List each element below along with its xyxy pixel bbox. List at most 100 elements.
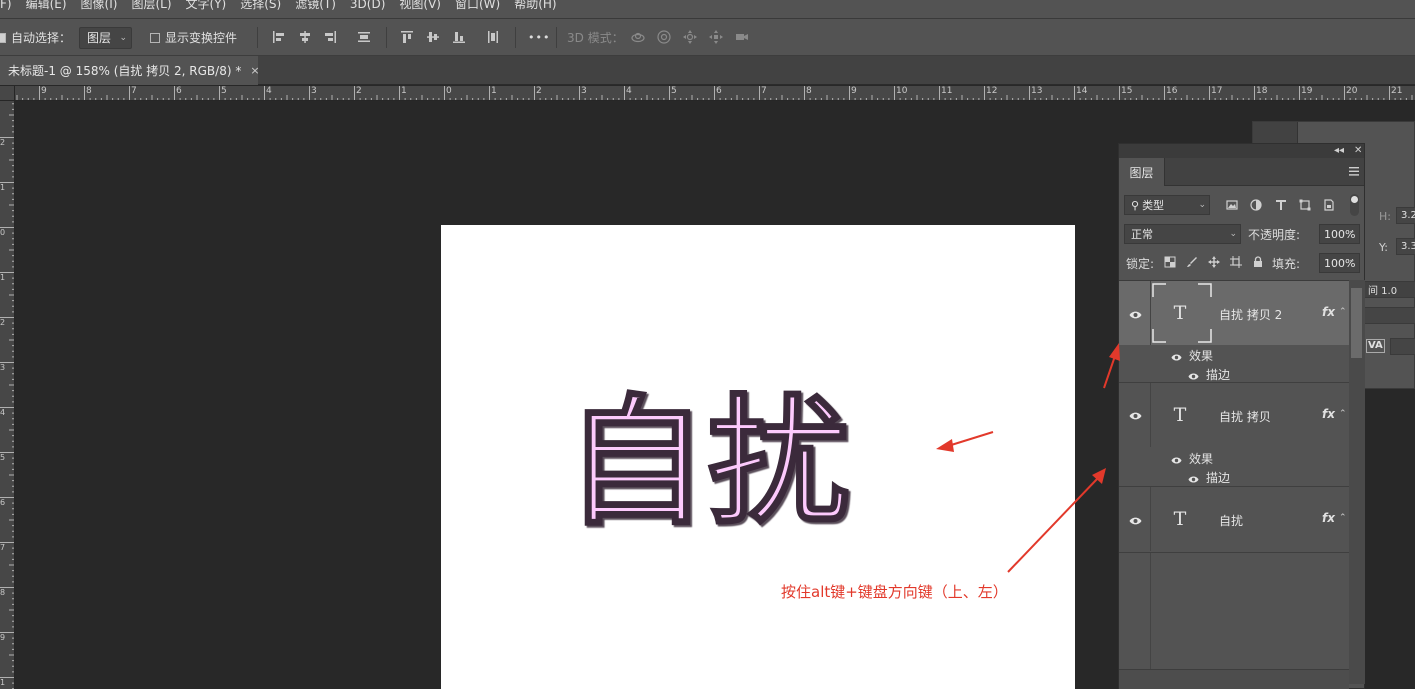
blend-mode-dropdown[interactable]: 正常 ⌄: [1124, 224, 1241, 244]
layer-row[interactable]: T 自扰 拷贝 fx ⌃ 效果 描边: [1119, 383, 1349, 487]
eye-icon[interactable]: [1171, 351, 1182, 361]
chevron-down-icon[interactable]: ⌄: [1348, 255, 1356, 265]
align-right-icon[interactable]: [322, 29, 338, 45]
horizontal-ruler[interactable]: 9 8 7 6 5 4 3 2 1 0 1 2 3 4 5 6 7 8 9 10 11 12 13 14 15 16 17 18 19 2…: [15, 86, 1415, 101]
ruler-label: 10: [896, 86, 908, 96]
menu-image[interactable]: 图像(I): [74, 0, 125, 10]
eye-icon[interactable]: [1188, 370, 1199, 380]
collapse-panel-button[interactable]: ◂◂: [1334, 144, 1344, 158]
layers-scrollbar[interactable]: [1349, 280, 1365, 684]
opacity-label: 不透明度:: [1248, 228, 1301, 242]
height-field[interactable]: 3.2: [1396, 207, 1415, 224]
align-horizontal-center-icon[interactable]: [297, 29, 313, 45]
tab-layers[interactable]: 图层: [1119, 158, 1165, 186]
distribute-icon[interactable]: [356, 29, 372, 45]
ruler-label: 15: [1121, 86, 1133, 96]
ruler-origin[interactable]: [0, 86, 15, 101]
menu-type[interactable]: 文字(Y): [179, 0, 234, 10]
ruler-label: 11: [941, 86, 953, 96]
camera-3d-icon[interactable]: [734, 29, 750, 45]
ruler-label: 17: [1211, 86, 1223, 96]
filter-pixel-icon[interactable]: [1225, 198, 1239, 212]
effects-label[interactable]: 效果: [1189, 347, 1213, 364]
filter-shape-icon[interactable]: [1298, 198, 1312, 212]
layer-filter-dropdown[interactable]: ⚲ 类型 ⌄: [1124, 195, 1210, 215]
filter-toggle[interactable]: [1350, 194, 1359, 216]
chevron-down-icon[interactable]: ⌄: [1348, 226, 1356, 236]
align-vertical-center-icon[interactable]: [425, 29, 441, 45]
fx-icon[interactable]: fx: [1322, 511, 1335, 525]
layer-row[interactable]: T 自扰 拷贝 2 fx ⌃ 效果 描边: [1119, 281, 1349, 383]
options-bar: 自动选择： 图层 ⌄ 显示变换控件 ••• 3D 模式：: [0, 19, 1415, 56]
roll-3d-icon[interactable]: [656, 29, 672, 45]
fx-icon[interactable]: fx: [1322, 407, 1335, 421]
lock-all-icon[interactable]: [1251, 255, 1265, 269]
scrollbar-thumb[interactable]: [1351, 288, 1362, 358]
menu-view[interactable]: 视图(V): [392, 0, 448, 10]
blank-field[interactable]: [1363, 307, 1415, 324]
menu-help[interactable]: 帮助(H): [507, 0, 563, 10]
align-bottom-icon[interactable]: [451, 29, 467, 45]
eye-icon[interactable]: [1188, 473, 1199, 483]
menu-filter[interactable]: 滤镜(T): [288, 0, 343, 10]
eye-icon[interactable]: [1129, 410, 1142, 420]
close-icon[interactable]: ×: [250, 64, 259, 77]
ruler-label: 5: [671, 86, 677, 96]
orbit-3d-icon[interactable]: [630, 29, 646, 45]
y-field[interactable]: 3.3: [1396, 238, 1415, 255]
mode-3d-group: 3D 模式：: [567, 19, 624, 56]
menu-select[interactable]: 选择(S): [233, 0, 288, 10]
eye-icon[interactable]: [1171, 454, 1182, 464]
ruler-label: 5: [221, 86, 227, 96]
show-transform-checkbox[interactable]: [150, 32, 160, 43]
align-top-icon[interactable]: [399, 29, 415, 45]
lock-image-pixels-icon[interactable]: [1185, 255, 1199, 269]
filter-type-icon[interactable]: [1274, 198, 1288, 212]
menu-window[interactable]: 窗口(W): [448, 0, 507, 10]
chevron-up-icon[interactable]: ⌃: [1339, 513, 1347, 523]
height-label: H:: [1379, 210, 1391, 223]
chevron-up-icon[interactable]: ⌃: [1339, 409, 1347, 419]
eye-icon[interactable]: [1129, 309, 1142, 319]
y-value: 3.3: [1401, 241, 1415, 252]
stroke-effect-label[interactable]: 描边: [1206, 366, 1230, 383]
fx-icon[interactable]: fx: [1322, 305, 1335, 319]
vertical-ruler[interactable]: 2 1 0 1 2 3 4 5 6 7 8 9 1: [0, 101, 15, 689]
auto-select-target-dropdown[interactable]: 图层 ⌄: [79, 26, 132, 49]
auto-select-checkbox[interactable]: [0, 32, 6, 43]
menu-edit[interactable]: 编辑(E): [19, 0, 74, 10]
close-panel-button[interactable]: ✕: [1354, 144, 1362, 158]
document-canvas[interactable]: 自扰: [441, 225, 1075, 689]
panel-menu-icon[interactable]: [1349, 167, 1359, 176]
menu-layer[interactable]: 图层(L): [124, 0, 178, 10]
eye-icon[interactable]: [1129, 515, 1142, 525]
layer-row[interactable]: T 自扰 fx ⌃: [1119, 487, 1349, 553]
tracking-field[interactable]: [1390, 338, 1415, 355]
layer-name[interactable]: 自扰: [1219, 512, 1243, 529]
ruler-label: 1: [401, 86, 407, 96]
drag-3d-icon[interactable]: [682, 29, 698, 45]
align-left-icon[interactable]: [271, 29, 287, 45]
layer-main[interactable]: T 自扰 拷贝 fx ⌃: [1119, 383, 1349, 447]
menu-3d[interactable]: 3D(D): [343, 0, 392, 10]
layer-main[interactable]: T 自扰 fx ⌃: [1119, 487, 1349, 551]
lock-position-icon[interactable]: [1207, 255, 1221, 269]
layer-main[interactable]: T 自扰 拷贝 2 fx ⌃: [1119, 281, 1349, 345]
more-options-button[interactable]: •••: [528, 31, 550, 44]
slide-3d-icon[interactable]: [708, 29, 724, 45]
menu-file[interactable]: F): [0, 0, 19, 10]
ruler-label: 21: [1391, 86, 1403, 96]
filter-adjustment-icon[interactable]: [1249, 198, 1263, 212]
effects-label[interactable]: 效果: [1189, 450, 1213, 467]
scale-field[interactable]: 间 1.0: [1363, 281, 1415, 298]
layer-name[interactable]: 自扰 拷贝: [1219, 408, 1271, 425]
stroke-effect-label[interactable]: 描边: [1206, 469, 1230, 486]
filter-smart-object-icon[interactable]: [1322, 198, 1336, 212]
lock-artboard-icon[interactable]: [1229, 255, 1243, 269]
artwork-text: 自扰: [565, 382, 850, 545]
lock-transparent-pixels-icon[interactable]: [1163, 255, 1177, 269]
document-tab[interactable]: 未标题-1 @ 158% (自扰 拷贝 2, RGB/8) * ×: [0, 56, 260, 85]
distribute-vertical-icon[interactable]: [485, 29, 501, 45]
layer-name[interactable]: 自扰 拷贝 2: [1219, 306, 1282, 323]
chevron-up-icon[interactable]: ⌃: [1339, 307, 1347, 317]
